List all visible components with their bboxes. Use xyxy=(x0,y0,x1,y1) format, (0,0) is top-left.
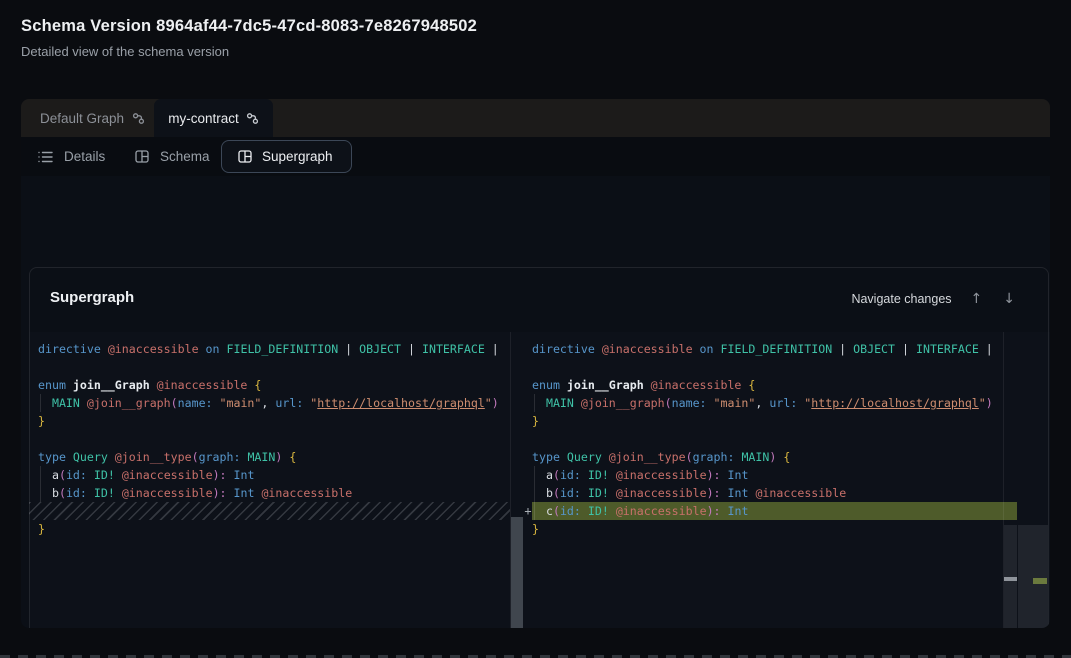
tab-default-graph[interactable]: Default Graph xyxy=(21,99,145,137)
diff-editor[interactable]: directive @inaccessible on FIELD_DEFINIT… xyxy=(29,332,1050,628)
view-tabstrip: Details Schema Supergraph xyxy=(21,137,1050,176)
variant-fork-icon xyxy=(132,112,145,125)
diff-added-marker: + xyxy=(521,502,535,520)
code-line: b(id: ID! @inaccessible): Int @inaccessi… xyxy=(38,484,510,502)
code-line: type Query @join__type(graph: MAIN) { xyxy=(38,448,510,466)
minimap[interactable] xyxy=(1018,332,1048,628)
variant-tabstrip: Default Graph my-contract xyxy=(21,99,1050,137)
page-title: Schema Version 8964af44-7dc5-47cd-8083-7… xyxy=(21,17,477,36)
code-line: } xyxy=(38,412,510,430)
minimap-added-mark xyxy=(1033,578,1047,584)
tab-my-contract[interactable]: my-contract xyxy=(154,99,273,137)
tab-default-graph-label: Default Graph xyxy=(40,111,124,126)
code-line: a(id: ID! @inaccessible): Int xyxy=(532,466,1003,484)
modified-code: directive @inaccessible on FIELD_DEFINIT… xyxy=(525,340,1003,538)
added-line-highlight-extension xyxy=(1003,502,1017,520)
code-line: } xyxy=(532,520,1003,538)
diff-filler-line xyxy=(29,502,510,520)
schema-version-page: Schema Version 8964af44-7dc5-47cd-8083-7… xyxy=(0,0,1071,658)
previous-change-button[interactable]: ↑ xyxy=(969,290,985,308)
left-scrollbar[interactable] xyxy=(511,517,523,628)
navigate-changes: Navigate changes ↑ ↓ xyxy=(851,286,1017,312)
right-scrollbar-viewport-mark xyxy=(1004,577,1017,581)
arrow-up-icon: ↑ xyxy=(971,291,983,307)
code-line: directive @inaccessible on FIELD_DEFINIT… xyxy=(38,340,510,358)
columns-icon xyxy=(238,150,252,163)
original-code: directive @inaccessible on FIELD_DEFINIT… xyxy=(29,340,510,538)
code-line xyxy=(532,358,1003,376)
supergraph-panel: Supergraph Navigate changes ↑ ↓ directiv… xyxy=(21,176,1050,628)
next-change-button[interactable]: ↓ xyxy=(1001,290,1017,308)
arrow-down-icon: ↓ xyxy=(1003,291,1015,307)
diff-added-line: c(id: ID! @inaccessible): Int xyxy=(532,502,1003,520)
code-line: enum join__Graph @inaccessible { xyxy=(38,376,510,394)
tab-supergraph[interactable]: Supergraph xyxy=(221,140,352,173)
list-icon xyxy=(38,151,53,163)
code-line: b(id: ID! @inaccessible): Int @inaccessi… xyxy=(532,484,1003,502)
diff-pane-original[interactable]: directive @inaccessible on FIELD_DEFINIT… xyxy=(29,332,510,628)
code-line: a(id: ID! @inaccessible): Int xyxy=(38,466,510,484)
tab-schema[interactable]: Schema xyxy=(135,137,210,176)
navigate-changes-label: Navigate changes xyxy=(851,292,951,306)
code-line: } xyxy=(532,412,1003,430)
code-line: MAIN @join__graph(name: "main", url: "ht… xyxy=(532,394,1003,412)
panel-title: Supergraph xyxy=(50,289,134,306)
diff-pane-modified[interactable]: directive @inaccessible on FIELD_DEFINIT… xyxy=(525,332,1003,628)
code-line xyxy=(532,430,1003,448)
tab-supergraph-label: Supergraph xyxy=(262,149,333,164)
indent-guide xyxy=(534,394,535,412)
code-line: enum join__Graph @inaccessible { xyxy=(532,376,1003,394)
tab-schema-label: Schema xyxy=(160,149,210,164)
code-line: directive @inaccessible on FIELD_DEFINIT… xyxy=(532,340,1003,358)
columns-icon xyxy=(135,150,149,163)
tab-details[interactable]: Details xyxy=(38,137,105,176)
code-line: type Query @join__type(graph: MAIN) { xyxy=(532,448,1003,466)
code-line xyxy=(38,358,510,376)
tab-details-label: Details xyxy=(64,149,105,164)
indent-guide xyxy=(40,394,41,412)
code-line xyxy=(38,430,510,448)
indent-guide xyxy=(40,466,41,502)
variant-fork-icon xyxy=(246,112,259,125)
minimap-slider[interactable] xyxy=(1018,525,1048,628)
code-line: } xyxy=(38,520,510,538)
code-line: MAIN @join__graph(name: "main", url: "ht… xyxy=(38,394,510,412)
tab-my-contract-label: my-contract xyxy=(168,111,239,126)
schema-version-card: Default Graph my-contract xyxy=(21,99,1050,628)
page-subtitle: Detailed view of the schema version xyxy=(21,44,229,59)
